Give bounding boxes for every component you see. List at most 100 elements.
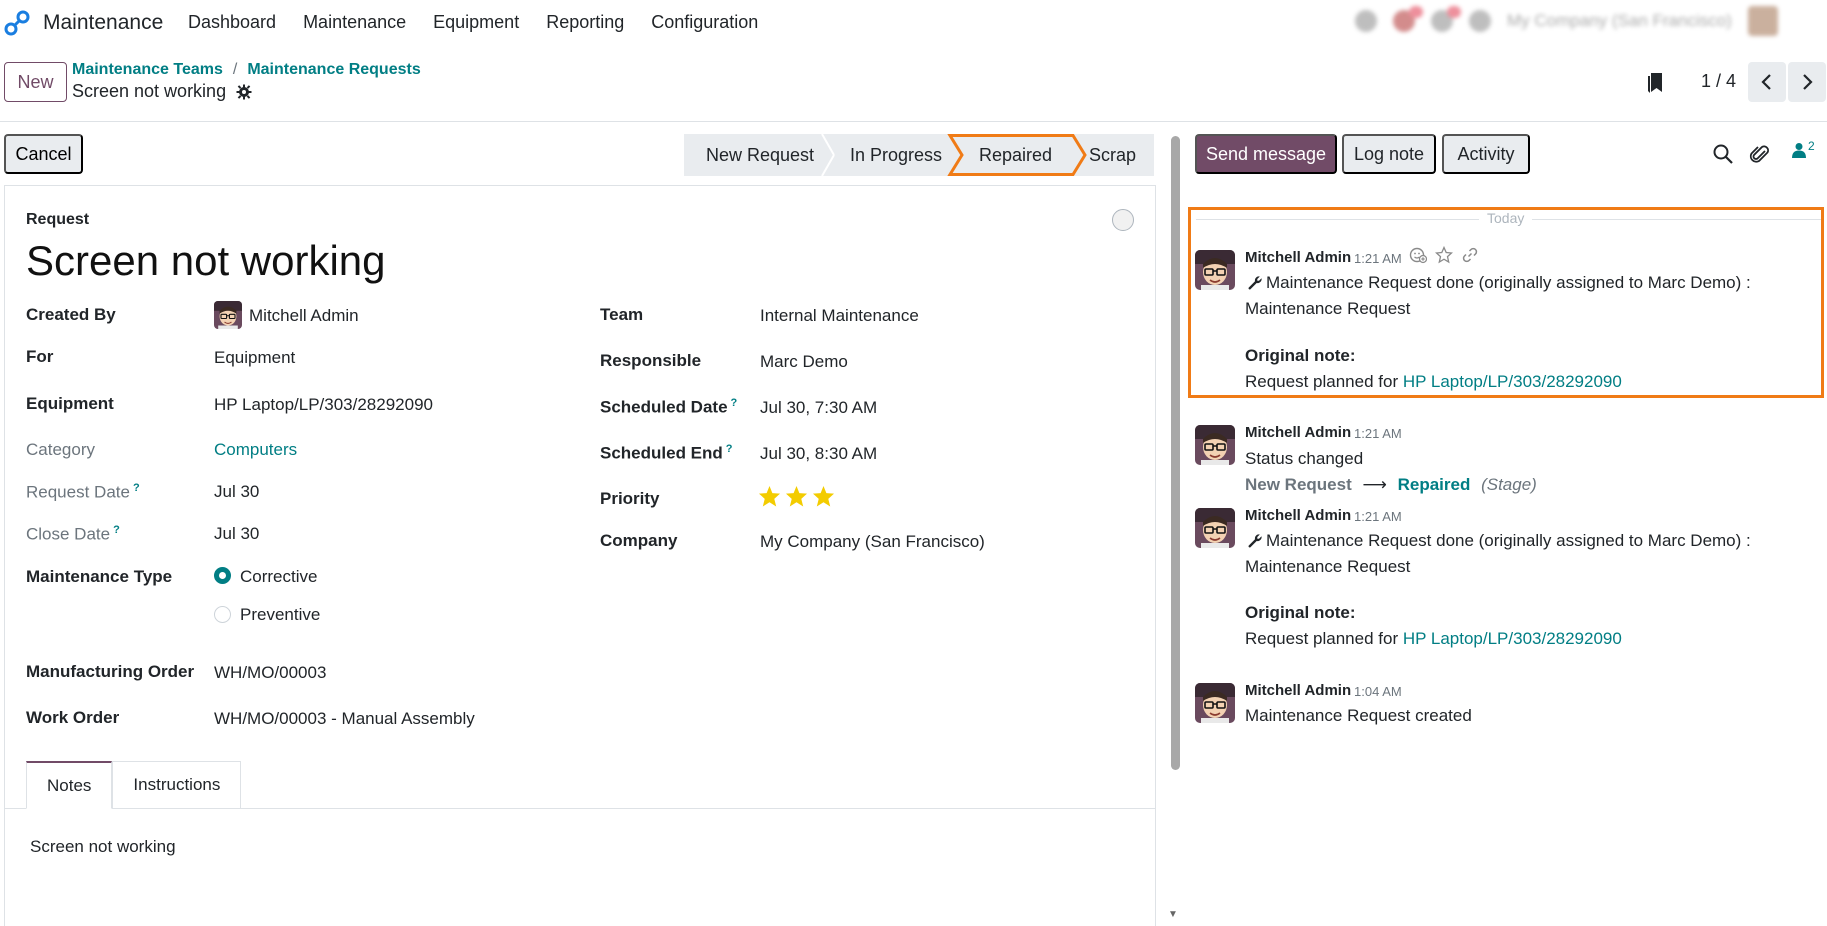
user-icon [1792, 143, 1806, 158]
manufacturing-order-value[interactable]: WH/MO/00003 [214, 663, 326, 683]
message-2-author[interactable]: Mitchell Admin [1245, 424, 1351, 441]
request-date-value[interactable]: Jul 30 [214, 482, 259, 502]
top-navbar: Maintenance Dashboard Maintenance Equipm… [0, 0, 1827, 44]
radio-corrective[interactable] [214, 567, 231, 584]
form-scrollbar-thumb[interactable] [1171, 136, 1180, 770]
messaging-icon[interactable] [1393, 6, 1423, 32]
message-4-avatar[interactable] [1195, 683, 1235, 723]
star-icon-3[interactable] [812, 485, 835, 507]
created-by-value[interactable]: Mitchell Admin [249, 306, 359, 326]
message-3-author[interactable]: Mitchell Admin [1245, 507, 1351, 524]
message-2-avatar[interactable] [1195, 425, 1235, 465]
request-label: Request [26, 211, 90, 228]
scheduled-end-value[interactable]: Jul 30, 8:30 AM [760, 444, 877, 464]
request-date-label: Request Date? [26, 482, 140, 502]
app-name[interactable]: Maintenance [43, 11, 163, 35]
menu-equipment[interactable]: Equipment [433, 12, 519, 33]
company-label: Company [600, 531, 678, 550]
scroll-down-arrow-icon[interactable]: ▼ [1168, 909, 1178, 920]
add-reaction-icon[interactable] [1409, 246, 1427, 264]
star-outline-icon[interactable] [1435, 246, 1453, 264]
stage-new-request[interactable]: New Request [706, 145, 814, 166]
settings-icon[interactable] [1469, 10, 1491, 32]
kanban-state-indicator[interactable] [1112, 209, 1134, 231]
message-1-equipment-link[interactable]: HP Laptop/LP/303/28292090 [1403, 372, 1622, 391]
breadcrumb-maintenance-teams[interactable]: Maintenance Teams [72, 61, 223, 79]
scheduled-date-help-icon[interactable]: ? [731, 397, 738, 409]
tab-notes[interactable]: Notes [26, 761, 113, 809]
manufacturing-order-label: Manufacturing Order [26, 662, 195, 681]
priority-stars [758, 485, 835, 507]
followers-button[interactable]: 2 [1792, 139, 1815, 158]
created-by-avatar [214, 301, 242, 329]
team-value[interactable]: Internal Maintenance [760, 306, 919, 326]
menu-maintenance[interactable]: Maintenance [303, 12, 406, 33]
chevron-right-icon [1803, 74, 1813, 90]
close-date-help-icon[interactable]: ? [113, 524, 120, 536]
form-sheet: Request Screen not working Created By Mi… [4, 185, 1156, 926]
activity-button[interactable]: Activity [1442, 134, 1530, 174]
bookmark-icon[interactable] [1647, 72, 1663, 94]
scheduled-date-label: Scheduled Date? [600, 397, 738, 417]
request-date-help-icon[interactable]: ? [133, 482, 140, 494]
message-1-line1: Maintenance Request done (originally ass… [1266, 273, 1751, 292]
for-value[interactable]: Equipment [214, 348, 295, 368]
scheduled-date-value[interactable]: Jul 30, 7:30 AM [760, 398, 877, 418]
new-button[interactable]: New [4, 62, 67, 102]
company-value[interactable]: My Company (San Francisco) [760, 532, 985, 552]
message-1-avatar[interactable] [1195, 250, 1235, 290]
message-4-line1: Maintenance Request created [1245, 706, 1472, 725]
pager-value[interactable]: 1 / 4 [1701, 71, 1736, 92]
work-order-value[interactable]: WH/MO/00003 - Manual Assembly [214, 709, 475, 729]
stage-in-progress[interactable]: In Progress [850, 145, 942, 166]
log-note-button[interactable]: Log note [1342, 134, 1436, 174]
stage-scrap[interactable]: Scrap [1089, 145, 1136, 166]
star-icon-1[interactable] [758, 485, 781, 507]
send-message-button[interactable]: Send message [1195, 134, 1337, 174]
request-title-field[interactable]: Screen not working [26, 237, 386, 285]
radio-preventive[interactable] [214, 606, 231, 623]
breadcrumb: Maintenance Teams / Maintenance Requests [72, 61, 421, 79]
user-avatar[interactable] [1747, 6, 1778, 36]
priority-label: Priority [600, 489, 660, 508]
message-1-note-title: Original note: [1245, 346, 1356, 365]
scheduled-end-help-icon[interactable]: ? [726, 443, 733, 455]
message-1-author[interactable]: Mitchell Admin [1245, 249, 1351, 266]
close-date-value[interactable]: Jul 30 [214, 524, 259, 544]
menu-dashboard[interactable]: Dashboard [188, 12, 276, 33]
link-icon[interactable] [1461, 246, 1479, 264]
debug-icon[interactable] [1355, 10, 1377, 32]
radio-preventive-label[interactable]: Preventive [240, 605, 320, 625]
stage-statusbar: New Request In Progress Repaired Scrap [684, 134, 1154, 176]
systray: My Company (San Francisco) [1355, 6, 1778, 36]
message-3-line1: Maintenance Request done (originally ass… [1266, 531, 1751, 550]
notes-field[interactable]: Screen not working [30, 837, 176, 857]
stage-repaired[interactable]: Repaired [979, 145, 1052, 166]
breadcrumb-maintenance-requests[interactable]: Maintenance Requests [247, 61, 420, 79]
search-icon[interactable] [1712, 143, 1734, 165]
equipment-value[interactable]: HP Laptop/LP/303/28292090 [214, 395, 433, 415]
star-icon-2[interactable] [785, 485, 808, 507]
tab-instructions[interactable]: Instructions [112, 761, 242, 809]
responsible-value[interactable]: Marc Demo [760, 352, 848, 372]
wrench-icon [1248, 534, 1262, 548]
message-3-equipment-link[interactable]: HP Laptop/LP/303/28292090 [1403, 629, 1622, 648]
cancel-button[interactable]: Cancel [4, 134, 83, 174]
gear-icon[interactable] [236, 84, 252, 100]
message-2-stage-change: New Request ⟶ Repaired (Stage) [1245, 475, 1537, 495]
category-label: Category [26, 440, 95, 459]
maintenance-app-icon[interactable] [3, 9, 31, 37]
company-switcher[interactable]: My Company (San Francisco) [1507, 11, 1732, 31]
message-3-avatar[interactable] [1195, 508, 1235, 548]
radio-corrective-label[interactable]: Corrective [240, 567, 317, 587]
category-value[interactable]: Computers [214, 440, 297, 460]
pager-previous-button[interactable] [1748, 62, 1786, 102]
menu-reporting[interactable]: Reporting [546, 12, 624, 33]
activity-icon[interactable] [1431, 6, 1461, 32]
message-4-author[interactable]: Mitchell Admin [1245, 682, 1351, 699]
created-by-label: Created By [26, 305, 116, 324]
menu-configuration[interactable]: Configuration [651, 12, 758, 33]
paperclip-icon[interactable] [1749, 143, 1771, 165]
pager-next-button[interactable] [1788, 62, 1826, 102]
arrow-right-icon: ⟶ [1362, 475, 1387, 494]
